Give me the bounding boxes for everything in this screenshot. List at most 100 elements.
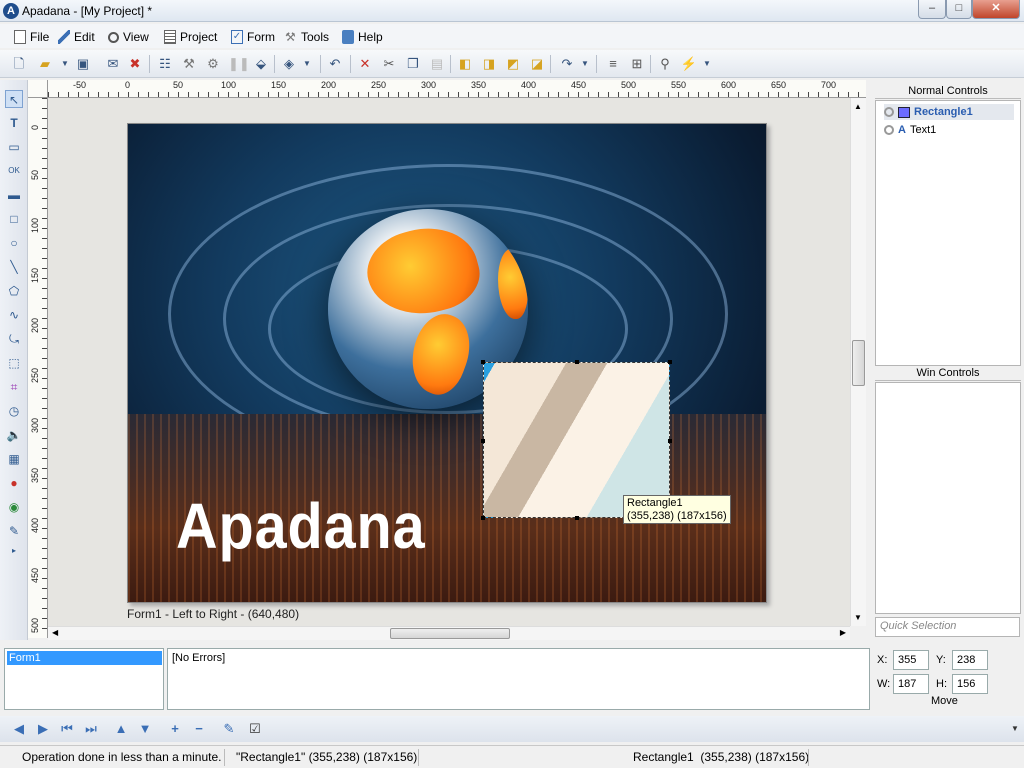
form-list[interactable]: Form1 bbox=[4, 648, 164, 710]
chevron-down-icon[interactable]: ▼ bbox=[298, 55, 316, 73]
cancel-icon[interactable]: ✕ bbox=[356, 55, 374, 73]
ellipse-tool-icon[interactable]: ○ bbox=[5, 234, 23, 252]
remove-icon[interactable]: − bbox=[190, 720, 208, 738]
build-icon[interactable]: ⚒ bbox=[180, 55, 198, 73]
document-icon bbox=[14, 30, 26, 44]
redo-icon[interactable]: ↷ bbox=[558, 55, 576, 73]
menu-tools[interactable]: ⚒ Tools bbox=[285, 28, 329, 46]
undo-icon[interactable]: ↶ bbox=[326, 55, 344, 73]
new-file-icon[interactable]: 🗋 bbox=[10, 55, 28, 73]
chevron-down-icon[interactable]: ▼ bbox=[576, 55, 594, 73]
more-tools-arrow-icon[interactable]: ▸ bbox=[5, 542, 23, 560]
delete-icon[interactable]: ✖ bbox=[126, 55, 144, 73]
video-tool-icon[interactable]: ▦ bbox=[5, 450, 23, 468]
magnifier-icon bbox=[108, 31, 119, 43]
resize-handle[interactable] bbox=[481, 360, 485, 364]
rectangle-tool-icon[interactable]: □ bbox=[5, 210, 23, 228]
align-left-icon[interactable]: ◧ bbox=[456, 55, 474, 73]
sound-tool-icon[interactable]: 🔈 bbox=[5, 426, 23, 444]
width-input[interactable]: 187 bbox=[893, 674, 929, 694]
height-input[interactable]: 156 bbox=[952, 674, 988, 694]
plugin-tool-icon[interactable]: ✎ bbox=[5, 522, 23, 540]
nav-first-icon[interactable]: ⏮ bbox=[58, 720, 76, 738]
maximize-button[interactable]: □ bbox=[946, 0, 972, 19]
y-input[interactable]: 238 bbox=[952, 650, 988, 670]
pointer-tool-icon[interactable]: ↖ bbox=[5, 90, 23, 108]
chevron-down-icon[interactable]: ▼ bbox=[698, 55, 716, 73]
scroll-down-icon[interactable]: ▼ bbox=[854, 613, 862, 622]
text-tool-icon[interactable]: T bbox=[5, 114, 23, 132]
cut-icon[interactable]: ✂ bbox=[380, 55, 398, 73]
grid-icon[interactable]: ⊞ bbox=[628, 55, 646, 73]
tools-icon[interactable]: ⚙ bbox=[204, 55, 222, 73]
vertical-scroll-thumb[interactable] bbox=[852, 340, 865, 386]
selection-area-tool-icon[interactable]: ⬚ bbox=[5, 354, 23, 372]
nav-down-icon[interactable]: ▼ bbox=[136, 720, 154, 738]
tree-item-text1[interactable]: A Text1 bbox=[884, 122, 936, 138]
layers-icon[interactable]: ◈ bbox=[280, 55, 298, 73]
label-tool-icon[interactable]: OK bbox=[5, 162, 23, 180]
check-icon[interactable]: ☑ bbox=[246, 720, 264, 738]
nav-last-icon[interactable]: ⏭ bbox=[82, 720, 100, 738]
properties-icon[interactable]: ☷ bbox=[156, 55, 174, 73]
resize-handle[interactable] bbox=[575, 516, 579, 520]
line-tool-icon[interactable]: ╲ bbox=[5, 258, 23, 276]
resize-handle[interactable] bbox=[481, 439, 485, 443]
resize-handle[interactable] bbox=[575, 360, 579, 364]
timer-tool-icon[interactable]: ◷ bbox=[5, 402, 23, 420]
horizontal-scroll-thumb[interactable] bbox=[390, 628, 510, 639]
open-folder-icon[interactable]: ▰ bbox=[36, 55, 54, 73]
design-canvas[interactable]: Apadana bbox=[48, 98, 850, 626]
menu-form[interactable]: ✓ Form bbox=[231, 28, 275, 46]
scroll-up-icon[interactable]: ▲ bbox=[854, 102, 862, 111]
x-input[interactable]: 355 bbox=[893, 650, 929, 670]
menu-file[interactable]: File bbox=[14, 28, 49, 46]
text-align-icon[interactable]: ≡ bbox=[604, 55, 622, 73]
browser-tool-icon[interactable]: ◉ bbox=[5, 498, 23, 516]
minimize-button[interactable]: – bbox=[918, 0, 946, 19]
curve-tool-icon[interactable]: ∿ bbox=[5, 306, 23, 324]
resize-handle[interactable] bbox=[481, 516, 485, 520]
nav-right-icon[interactable]: ▶ bbox=[34, 720, 52, 738]
add-icon[interactable]: + bbox=[166, 720, 184, 738]
bring-front-icon[interactable]: ◩ bbox=[504, 55, 522, 73]
button-tool-icon[interactable]: ▭ bbox=[5, 138, 23, 156]
normal-controls-tree: Rectangle1 A Text1 bbox=[875, 100, 1021, 366]
resize-handle[interactable] bbox=[668, 360, 672, 364]
menu-edit[interactable]: Edit bbox=[58, 28, 95, 46]
brand-text-element[interactable]: Apadana bbox=[176, 489, 426, 563]
menu-project[interactable]: Project bbox=[164, 28, 217, 46]
scroll-right-icon[interactable]: ▶ bbox=[840, 628, 846, 637]
send-back-icon[interactable]: ◪ bbox=[528, 55, 546, 73]
polygon-tool-icon[interactable]: ⬠ bbox=[5, 282, 23, 300]
nav-up-icon[interactable]: ▲ bbox=[112, 720, 130, 738]
edit-icon[interactable]: ✎ bbox=[220, 720, 238, 738]
chevron-down-icon[interactable]: ▼ bbox=[56, 55, 74, 73]
menu-view[interactable]: View bbox=[108, 28, 149, 46]
align-center-icon[interactable]: ◨ bbox=[480, 55, 498, 73]
comment-icon[interactable]: ✉ bbox=[104, 55, 122, 73]
quick-selection-input[interactable]: Quick Selection bbox=[875, 617, 1020, 637]
image-tool-icon[interactable]: ⌗ bbox=[5, 378, 23, 396]
lightning-icon[interactable]: ⚡ bbox=[680, 55, 698, 73]
binoculars-icon[interactable]: ⚲ bbox=[656, 55, 674, 73]
form-surface[interactable]: Apadana bbox=[127, 123, 767, 603]
title-bar: A Apadana - [My Project] * – □ ✕ bbox=[0, 0, 1024, 22]
vertical-scrollbar[interactable]: ▲ ▼ bbox=[850, 98, 866, 626]
menu-help[interactable]: Help bbox=[342, 28, 383, 46]
nav-left-icon[interactable]: ◀ bbox=[10, 720, 28, 738]
horizontal-scrollbar[interactable]: ◀ ▶ bbox=[48, 626, 850, 640]
copy-icon[interactable]: ❐ bbox=[404, 55, 422, 73]
status-bar: Operation done in less than a minute. "R… bbox=[0, 745, 1024, 768]
close-button[interactable]: ✕ bbox=[972, 0, 1020, 19]
save-icon[interactable]: ▣ bbox=[74, 55, 92, 73]
run-icon[interactable]: ⬙ bbox=[252, 55, 270, 73]
tree-item-rectangle1[interactable]: Rectangle1 bbox=[884, 104, 1014, 120]
flash-tool-icon[interactable]: ● bbox=[5, 474, 23, 492]
path-tool-icon[interactable]: ⤿ bbox=[5, 330, 23, 348]
scroll-left-icon[interactable]: ◀ bbox=[52, 628, 58, 637]
form-list-item[interactable]: Form1 bbox=[7, 651, 162, 665]
resize-handle[interactable] bbox=[668, 439, 672, 443]
chevron-down-icon[interactable]: ▼ bbox=[1006, 720, 1024, 738]
panel-tool-icon[interactable]: ▬ bbox=[5, 186, 23, 204]
